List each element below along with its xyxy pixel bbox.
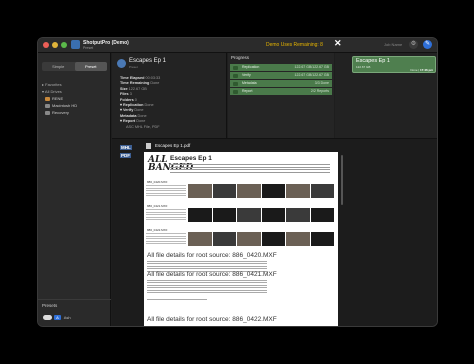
drive-item-recovery[interactable]: Recovery [42,109,77,116]
tab-preset[interactable]: Preset [74,62,107,71]
progress-row-verify: Verify 122.67 GB/122.67 GB [230,72,332,79]
report-file-name: Escapes Ep 1.pdf [155,143,191,148]
check-icon [233,89,238,94]
root-source-heading: All file details for root source: 886_04… [147,271,277,278]
close-panel-icon[interactable]: ✕ [334,38,342,48]
root-source-heading: All file details for root source: 886_04… [147,252,277,259]
job-subtitle: Preset [129,65,138,69]
format-mhl-button[interactable]: MHL [120,145,132,150]
app-subtitle: Preset [83,46,94,50]
job-queue: Escapes Ep 1 122.67 GB Done | 17:46 pm [335,53,437,138]
thumbnail-strip [188,184,334,198]
file-label: 886_0422.MXF [147,228,168,232]
pdf-file-icon [146,143,151,149]
preset-name: Ash [63,315,71,320]
root-source-heading: All file details for root source: 886_04… [147,316,277,323]
job-details: Time Elapsed 00:03:33 Time Remaining Don… [120,76,160,130]
preset-toggle[interactable] [43,315,52,321]
divider [38,299,111,300]
edit-icon[interactable]: ✎ [423,40,432,49]
progress-panel: Progress Replication 122.67 GB/122.67 GB … [228,53,334,138]
job-card[interactable]: Escapes Ep 1 122.67 GB Done | 17:46 pm [352,56,436,73]
footer-line [147,299,207,301]
job-info-panel: Escapes Ep 1 Preset Time Elapsed 00:03:3… [112,53,227,138]
minimize-window-button[interactable] [52,42,58,48]
progress-heading: Progress [231,55,250,60]
drive-icon [45,103,50,108]
pdf-scrollbar[interactable] [341,155,343,205]
close-window-button[interactable] [43,42,49,48]
pdf-document[interactable]: ALL BANGED Escapes Ep 1 886_0420.MXF 886… [144,152,338,326]
thumbnail-strip [188,208,334,222]
job-card-status: Done | 17:46 pm [410,68,433,72]
job-icon [117,59,126,68]
app-logo-icon [71,40,80,49]
job-card-title: Escapes Ep 1 [356,58,390,64]
zoom-window-button[interactable] [61,42,67,48]
report-title: Escapes Ep 1 [170,155,212,162]
progress-row-metadata: Metadata 3/3 Done [230,80,332,87]
report-preview-area: MHL PDF Escapes Ep 1.pdf ALL BANGED Esca… [112,138,437,326]
job-card-size: 122.67 GB [356,65,371,69]
drive-tree: ▸ Favorites ▾ All Drives RENE Macintosh … [42,81,77,116]
detail-row: ASC MHL File, PDF [126,124,160,129]
file-meta-lines [146,209,186,222]
title-bar: ShotputPro (Demo) Preset Demo Uses Remai… [38,38,437,53]
drive-item-macintosh-hd[interactable]: Macintosh HD [42,102,77,109]
drive-item-rene[interactable]: RENE [42,95,77,102]
file-meta-lines [146,233,186,246]
job-name-field[interactable]: Job Name [384,42,402,47]
file-label: 886_0421.MXF [147,204,168,208]
preset-badge: A [54,315,61,320]
check-icon [233,81,238,86]
format-pdf-button[interactable]: PDF [120,153,131,158]
favorites-group[interactable]: ▸ Favorites [42,81,77,88]
preset-item[interactable]: A Ash [43,315,71,321]
file-meta-lines [146,185,186,198]
all-drives-group[interactable]: ▾ All Drives [42,88,77,95]
check-icon [233,73,238,78]
gear-icon[interactable]: ⚙ [409,40,418,49]
detail-lines [147,280,267,294]
tab-simple[interactable]: Simple [42,62,75,71]
mode-segmented-control: Simple Preset [42,62,107,71]
thumbnail-strip [188,232,334,246]
check-icon [233,65,238,70]
file-label: 886_0420.MXF [147,180,168,184]
drive-icon [45,110,50,115]
job-title: Escapes Ep 1 [129,58,167,64]
drive-icon [45,96,50,101]
app-window: ShotputPro (Demo) Preset Demo Uses Remai… [37,37,438,327]
sidebar: Simple Preset ▸ Favorites ▾ All Drives R… [38,53,111,326]
presets-heading: Presets [42,303,58,308]
report-meta-lines [170,164,330,176]
progress-row-report: Report 2/2 Reports [230,88,332,95]
progress-row-replication: Replication 122.67 GB/122.67 GB [230,64,332,71]
demo-uses-notice: Demo Uses Remaining: 8 [266,42,323,48]
